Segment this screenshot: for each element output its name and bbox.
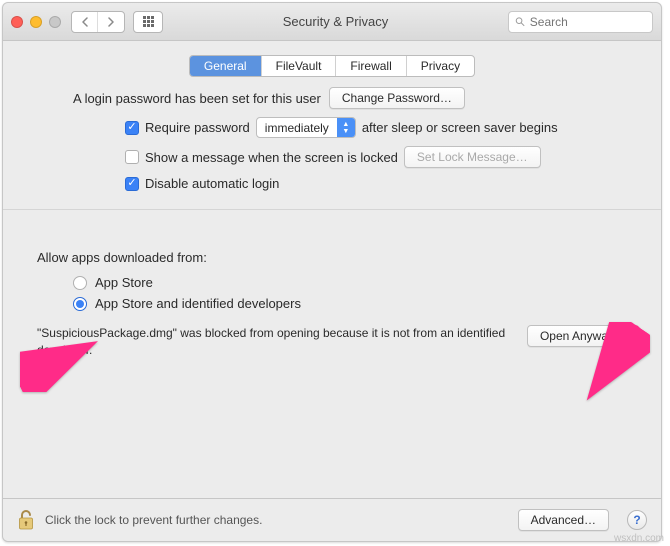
- disable-auto-login-label: Disable automatic login: [145, 176, 279, 191]
- require-password-delay-select[interactable]: immediately ▲▼: [256, 117, 356, 138]
- titlebar: Security & Privacy: [3, 3, 661, 41]
- footer: Click the lock to prevent further change…: [3, 498, 661, 541]
- blocked-app-message: "SuspiciousPackage.dmg" was blocked from…: [37, 325, 513, 359]
- show-message-label: Show a message when the screen is locked: [145, 150, 398, 165]
- back-button[interactable]: [72, 12, 98, 32]
- chevron-updown-icon: ▲▼: [337, 118, 355, 137]
- lock-message: Click the lock to prevent further change…: [45, 513, 508, 527]
- login-password-set-label: A login password has been set for this u…: [73, 91, 321, 106]
- change-password-button[interactable]: Change Password…: [329, 87, 465, 109]
- radio-app-store-identified-label: App Store and identified developers: [95, 296, 301, 311]
- watermark: wsxdn.com: [614, 533, 664, 544]
- search-input[interactable]: [530, 15, 646, 29]
- zoom-icon[interactable]: [49, 16, 61, 28]
- lock-icon[interactable]: [17, 509, 35, 531]
- window-title: Security & Privacy: [163, 14, 508, 29]
- after-sleep-label: after sleep or screen saver begins: [362, 120, 558, 135]
- require-password-label: Require password: [145, 120, 250, 135]
- search-field[interactable]: [508, 11, 653, 33]
- advanced-button[interactable]: Advanced…: [518, 509, 609, 531]
- help-button[interactable]: ?: [627, 510, 647, 530]
- tab-privacy[interactable]: Privacy: [407, 56, 474, 76]
- nav-back-forward[interactable]: [71, 11, 125, 33]
- tab-firewall[interactable]: Firewall: [336, 56, 406, 76]
- content-area: A login password has been set for this u…: [3, 87, 661, 498]
- radio-app-store-identified[interactable]: [73, 297, 87, 311]
- show-message-checkbox[interactable]: [125, 150, 139, 164]
- show-all-button[interactable]: [133, 11, 163, 33]
- window-controls: [11, 16, 61, 28]
- disable-auto-login-checkbox[interactable]: [125, 177, 139, 191]
- set-lock-message-button: Set Lock Message…: [404, 146, 541, 168]
- forward-button[interactable]: [98, 12, 124, 32]
- tab-general[interactable]: General: [190, 56, 262, 76]
- close-icon[interactable]: [11, 16, 23, 28]
- radio-app-store[interactable]: [73, 276, 87, 290]
- radio-app-store-label: App Store: [95, 275, 153, 290]
- require-password-checkbox[interactable]: [125, 121, 139, 135]
- tab-bar: General FileVault Firewall Privacy: [3, 41, 661, 87]
- search-icon: [515, 16, 525, 27]
- require-password-delay-value: immediately: [257, 118, 337, 137]
- allow-apps-label: Allow apps downloaded from:: [37, 250, 627, 265]
- tab-filevault[interactable]: FileVault: [262, 56, 337, 76]
- minimize-icon[interactable]: [30, 16, 42, 28]
- open-anyway-button[interactable]: Open Anyway: [527, 325, 627, 347]
